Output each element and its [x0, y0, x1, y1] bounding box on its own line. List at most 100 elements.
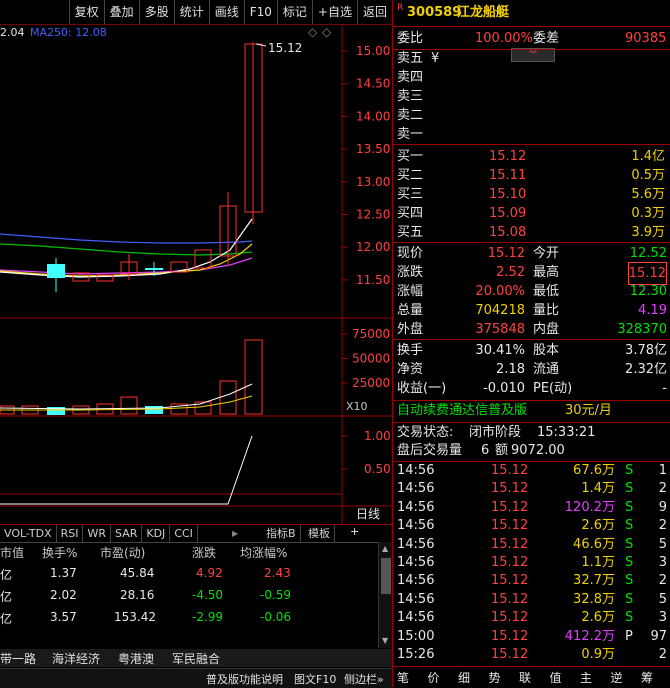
sector-tab[interactable]: 粤港澳 [118, 650, 154, 667]
quote-tab[interactable]: 价 [428, 669, 440, 686]
tab-kdj[interactable]: KDJ [142, 525, 171, 543]
buy-volume: 3.9万 [631, 225, 665, 240]
price-tick-label: 14.00 [356, 109, 390, 123]
fund-label: 换手 [397, 343, 424, 358]
triangle-right-icon[interactable]: ▶ [232, 529, 238, 538]
promo-price[interactable]: 30元/月 [565, 400, 612, 421]
sell2-label: 卖二 [397, 108, 424, 123]
price-tick-label: 12.00 [356, 240, 390, 254]
volume-bars [0, 339, 263, 415]
scroll-down-icon[interactable]: ▼ [382, 636, 388, 645]
quote-tab[interactable]: 主 [580, 669, 592, 686]
toolbar-f10-button[interactable]: F10 [243, 0, 277, 24]
scrollbar-thumb[interactable] [381, 558, 391, 594]
col-header[interactable]: 市值 [0, 544, 24, 561]
f10-link[interactable]: 图文F10 [294, 671, 336, 687]
tab-rsi[interactable]: RSI [57, 525, 84, 543]
tick-row: 15:00 15.12 412.2万 P 97 [393, 628, 670, 646]
toolbar-back-button[interactable]: 返回 [356, 0, 392, 24]
stat-label: 今开 [533, 246, 560, 261]
tick-volume: 120.2万 [564, 499, 615, 515]
promo-text[interactable]: 自动续费通达信普及版 [397, 400, 527, 421]
promo-row[interactable]: 自动续费通达信普及版 30元/月 [393, 400, 670, 421]
toolbar-overlay-button[interactable]: 叠加 [103, 0, 139, 24]
quote-tab[interactable]: 细 [458, 669, 470, 686]
col-header[interactable]: 均涨幅% [240, 544, 287, 561]
quote-tab-bar: 笔价细势联值主逆筹 [393, 666, 670, 688]
toolbar-fuquan-button[interactable]: 复权 [68, 0, 104, 24]
buy-label: 买四 [397, 206, 424, 221]
quote-tab[interactable]: 值 [550, 669, 562, 686]
tick-volume: 1.1万 [581, 555, 615, 570]
buy-row[interactable]: 买三 15.10 5.6万 [393, 184, 670, 205]
stat-row: 外盘 375848 内盘 328370 [393, 319, 670, 340]
tab-wr[interactable]: WR [83, 525, 112, 543]
tick-time: 14:56 [397, 536, 435, 552]
quote-tab[interactable]: 势 [489, 669, 501, 686]
scroll-up-icon[interactable]: ▲ [382, 544, 388, 553]
stat-row: 现价 15.12 今开 12.52 [393, 243, 670, 264]
sector-tab-bar: 带一路 海洋经济 粤港澳 军民融合 [0, 649, 392, 667]
tab-sar[interactable]: SAR [111, 525, 143, 543]
add-indicator-button[interactable]: + [350, 525, 359, 538]
col-header[interactable]: 换手% [42, 544, 77, 561]
table-row[interactable]: 亿 1.37 45.84 4.92 2.43 [0, 566, 380, 586]
template-button[interactable]: 模板 [304, 525, 335, 543]
diamond-icon[interactable]: ◇ [308, 25, 318, 39]
ma-line-green [0, 243, 253, 256]
kline-chart[interactable]: 15.00 14.50 14.00 13.50 13.00 12.50 12.00 11.50… [0, 24, 392, 524]
fund-row: 收益(一) -0.010 PE(动) - [393, 378, 670, 399]
ma-line-blue [0, 233, 253, 244]
tick-volume: 412.2万 [564, 628, 615, 644]
toolbar-multi-stock-button[interactable]: 多股 [138, 0, 174, 24]
col-header[interactable]: 市盈(动) [100, 544, 145, 561]
tab-vol-tdx[interactable]: VOL-TDX [0, 525, 57, 543]
bottom-bar: 普及版功能说明 图文F10 侧边栏» [0, 668, 392, 688]
period-label[interactable]: 日线 [356, 507, 380, 521]
toolbar-mark-button[interactable]: 标记 [276, 0, 312, 24]
tick-count: 3 [658, 610, 667, 626]
candle-down [145, 268, 163, 270]
sector-tab[interactable]: 海洋经济 [52, 650, 100, 667]
tick-row: 14:56 15.12 1.4万 S 2 [393, 480, 670, 498]
diamond-icon[interactable]: ◇ [322, 25, 332, 39]
buy-row[interactable]: 买四 15.09 0.3万 [393, 203, 670, 224]
toolbar-draw-button[interactable]: 画线 [208, 0, 244, 24]
table-scrollbar[interactable]: ▲ ▼ [378, 542, 393, 648]
buy-row[interactable]: 买五 15.08 3.9万 [393, 222, 670, 243]
col-header[interactable]: 涨跌 [192, 544, 216, 561]
tab-cci[interactable]: CCI [170, 525, 198, 543]
tick-side: S [625, 591, 634, 607]
candle-down [47, 264, 65, 278]
tick-side: S [625, 573, 634, 589]
table-row[interactable]: 亿 2.02 28.16 -4.50 -0.59 [0, 588, 380, 608]
quote-tab[interactable]: 联 [519, 669, 531, 686]
toolbar-stats-button[interactable]: 统计 [173, 0, 209, 24]
sector-tab[interactable]: 带一路 [0, 650, 36, 667]
buy-volume: 0.5万 [631, 168, 665, 183]
stock-header: R 300589 江龙船艇 [393, 2, 670, 23]
sidebar-toggle[interactable]: 侧边栏» [344, 671, 384, 687]
fund-value: 2.32亿 [625, 362, 667, 377]
tick-time: 14:56 [397, 555, 435, 570]
buy-row[interactable]: 买二 15.11 0.5万 [393, 165, 670, 186]
sector-tab[interactable]: 军民融合 [172, 650, 220, 667]
table-row[interactable]: 亿 3.57 153.42 -2.99 -0.06 [0, 610, 380, 630]
quote-tab[interactable]: 笔 [397, 669, 409, 686]
tick-price: 15.12 [491, 628, 529, 644]
stat-value: 4.19 [638, 303, 667, 318]
buy-row[interactable]: 买一 15.12 1.4亿 [393, 146, 670, 167]
toolbar-add-watchlist-button[interactable]: +自选 [311, 0, 357, 24]
tick-row: 14:56 15.12 67.6万 S 1 [393, 462, 670, 480]
tick-count: 2 [658, 647, 667, 662]
chart-toolbar: 复权 叠加 多股 统计 画线 F10 标记 +自选 返回 [0, 0, 392, 25]
stat-label: 外盘 [397, 322, 424, 337]
tick-price: 15.12 [491, 463, 529, 478]
stat-label: 总量 [397, 303, 424, 318]
help-link[interactable]: 普及版功能说明 [206, 671, 283, 687]
indicator-b-button[interactable]: 指标B [262, 525, 301, 543]
quote-tab[interactable]: 筹 [641, 669, 653, 686]
quote-tab[interactable]: 逆 [611, 669, 623, 686]
tick-side: P [625, 628, 633, 644]
buy-volume: 0.3万 [631, 206, 665, 221]
